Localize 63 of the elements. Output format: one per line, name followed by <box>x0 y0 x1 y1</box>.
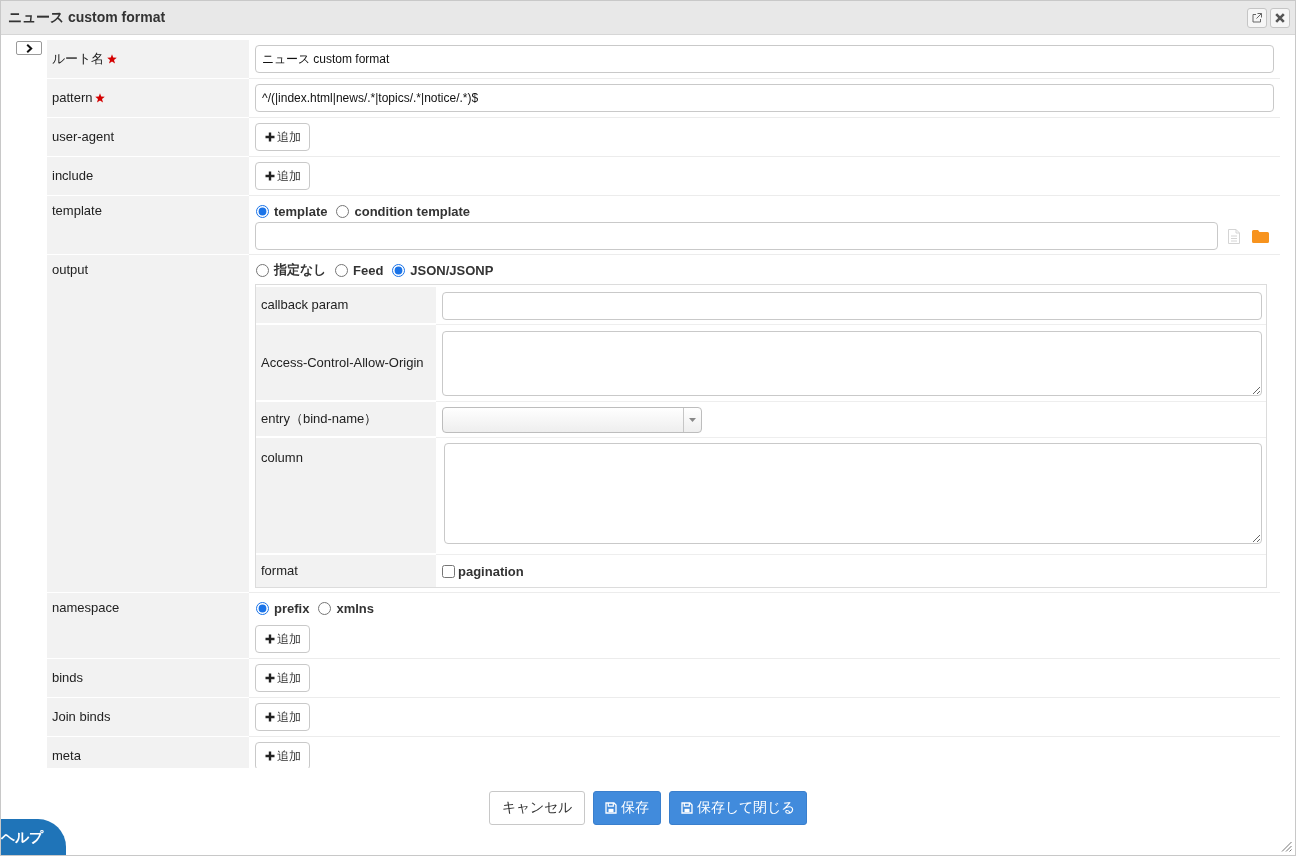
caret-down-icon <box>689 418 696 422</box>
checkbox-label: pagination <box>458 564 524 579</box>
text-field[interactable] <box>255 222 1218 250</box>
plus-icon <box>265 673 275 683</box>
field-label: Join binds <box>52 708 111 726</box>
plus-icon <box>265 751 275 761</box>
radio-button[interactable] <box>335 263 348 277</box>
radio-button[interactable] <box>336 204 350 218</box>
field-label: entry（bind-name） <box>261 410 378 428</box>
field-label: Access-Control-Allow-Origin <box>261 353 424 372</box>
save-button[interactable]: 保存 <box>593 791 661 825</box>
close-button[interactable] <box>1270 7 1290 28</box>
add-button[interactable]: 追加 <box>255 625 310 653</box>
popout-button[interactable] <box>1247 7 1267 28</box>
option-label: Feed <box>353 262 384 278</box>
external-link-icon <box>1252 12 1262 23</box>
text-field[interactable]: ニュース custom format <box>255 45 1274 73</box>
radio-button[interactable] <box>256 204 269 218</box>
option-label: template <box>274 203 328 219</box>
plus-icon <box>265 171 275 181</box>
dialog-title: ニュース custom format <box>8 8 166 27</box>
field-label: pattern <box>52 89 93 107</box>
help-tab[interactable]: ヘルプ <box>1 819 66 855</box>
checkbox[interactable] <box>442 565 455 578</box>
option-label: xmlns <box>336 600 374 616</box>
text-field[interactable]: ^/(|index.html|news/.*|topics/.*|notice/.*)$ <box>255 84 1274 112</box>
option-label: prefix <box>274 600 310 616</box>
plus-icon <box>265 132 275 142</box>
text-field[interactable] <box>442 292 1262 320</box>
field-label: column <box>261 449 303 467</box>
radio-button[interactable] <box>256 601 269 615</box>
option-label: JSON/JSONP <box>410 262 494 278</box>
field-label: namespace <box>52 599 120 617</box>
chevron-right-icon <box>25 43 33 53</box>
radio-button[interactable] <box>318 601 332 615</box>
expand-button[interactable] <box>16 41 42 55</box>
field-label: meta <box>52 747 81 765</box>
option-label: 指定なし <box>274 261 326 279</box>
plus-icon <box>265 712 275 722</box>
field-label: output <box>52 261 89 279</box>
add-button[interactable]: 追加 <box>255 664 310 692</box>
save-icon <box>605 802 617 814</box>
plus-icon <box>265 634 275 644</box>
field-label: callback param <box>261 296 349 314</box>
save-icon <box>681 802 693 814</box>
resize-grip-icon[interactable] <box>1281 841 1292 852</box>
cancel-button[interactable]: キャンセル <box>489 791 585 825</box>
field-label: template <box>52 202 102 220</box>
field-label: include <box>52 167 94 185</box>
field-label: format <box>261 562 298 580</box>
add-button[interactable]: 追加 <box>255 123 310 151</box>
save-button[interactable]: 保存して閉じる <box>669 791 807 825</box>
option-label: condition template <box>354 203 471 219</box>
field-label: binds <box>52 669 84 687</box>
radio-button[interactable] <box>392 263 406 277</box>
add-button[interactable]: 追加 <box>255 162 310 190</box>
close-icon <box>1275 12 1285 23</box>
add-button[interactable]: 追加 <box>255 742 310 768</box>
folder-icon[interactable] <box>1252 229 1269 243</box>
add-button[interactable]: 追加 <box>255 703 310 731</box>
radio-button[interactable] <box>256 263 269 277</box>
field-label: user-agent <box>52 128 115 146</box>
field-label: ルート名 <box>52 50 104 68</box>
